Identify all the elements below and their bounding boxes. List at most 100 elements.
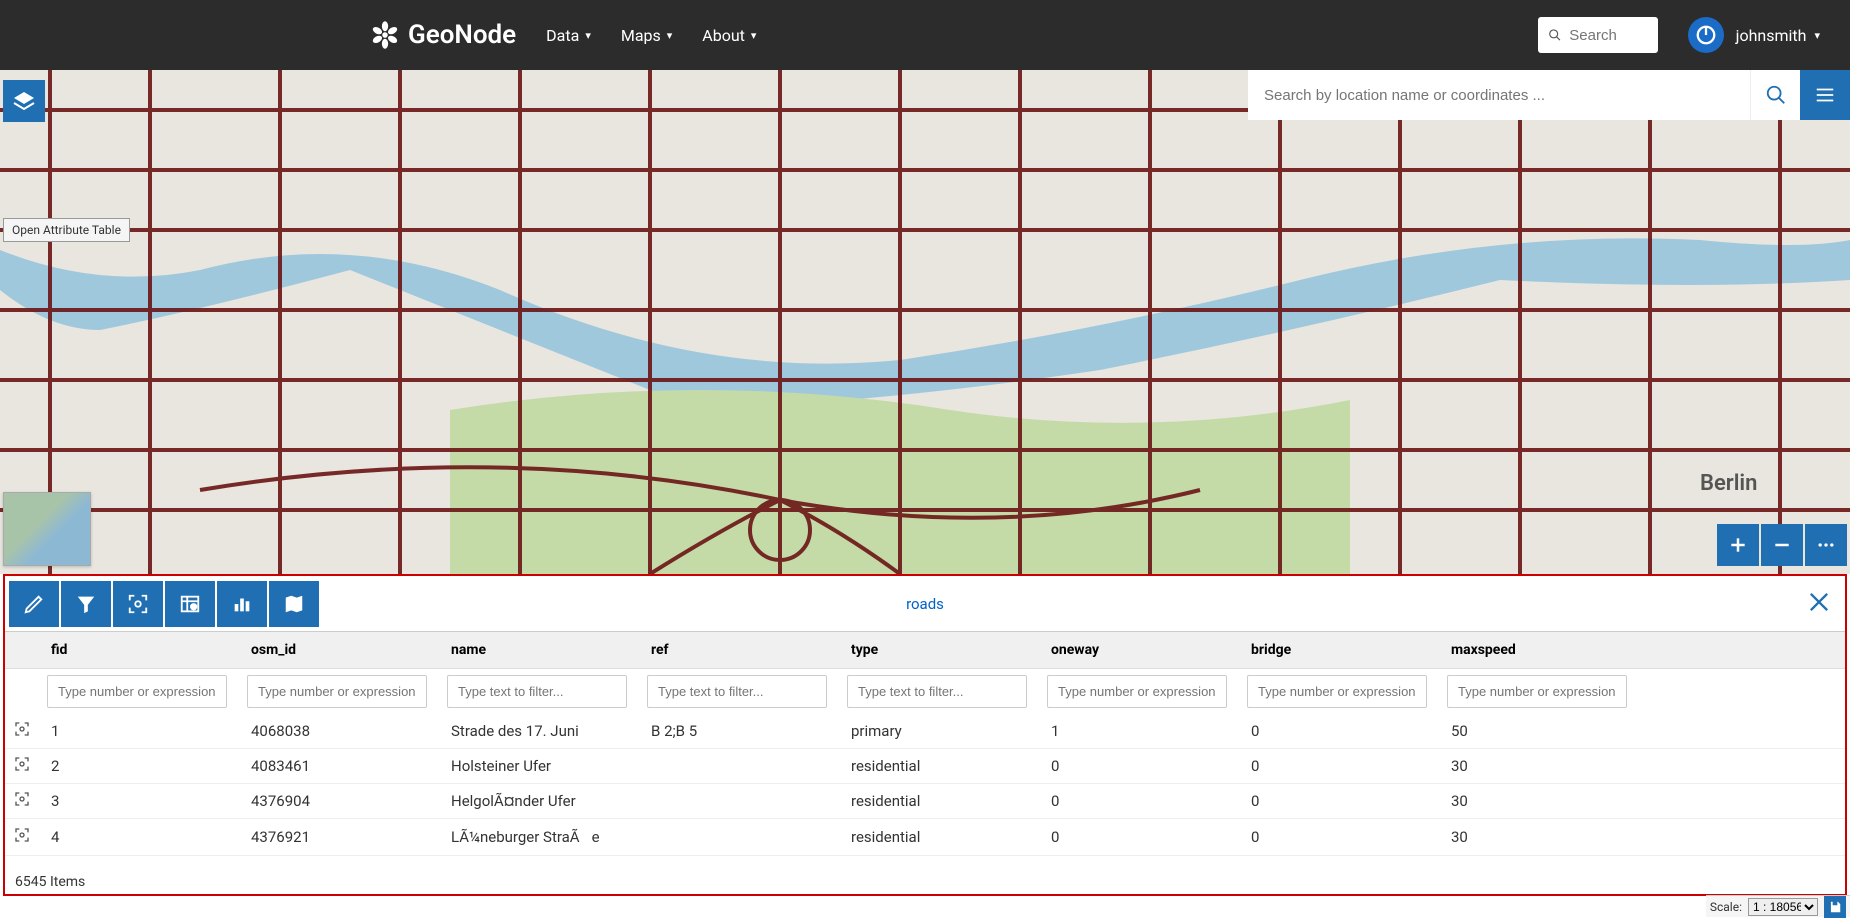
scale-label: Scale:	[1710, 900, 1742, 914]
location-search-button[interactable]	[1750, 70, 1800, 120]
cell-name: LÃ¼neburger StraÃe	[439, 819, 639, 856]
location-search-bar	[1248, 70, 1850, 120]
panel-toolbar: roads	[5, 576, 1845, 632]
chart-widget-button[interactable]	[217, 581, 267, 627]
attribute-table-panel: roads fid osm_id name ref type oneway br…	[3, 574, 1847, 896]
zoom-to-feature-button[interactable]	[5, 819, 39, 856]
zoom-to-feature-icon	[14, 756, 30, 772]
nav-maps[interactable]: Maps▾	[621, 26, 672, 45]
filter-ref[interactable]	[647, 675, 827, 708]
zoom-to-feature-button[interactable]	[5, 714, 39, 749]
save-icon	[1828, 900, 1842, 914]
minimap[interactable]	[3, 492, 91, 566]
cell-oneway: 0	[1039, 819, 1239, 856]
panel-title[interactable]: roads	[906, 595, 944, 613]
attribute-table: fid osm_id name ref type oneway bridge m…	[5, 632, 1845, 856]
column-header-name[interactable]: name	[439, 632, 639, 669]
geonode-logo-icon	[370, 20, 400, 50]
search-icon	[1548, 27, 1562, 43]
column-header-oneway[interactable]: oneway	[1039, 632, 1239, 669]
zoom-to-feature-icon	[14, 791, 30, 807]
filter-oneway[interactable]	[1047, 675, 1227, 708]
bar-chart-icon	[231, 593, 253, 615]
column-header-ref[interactable]: ref	[639, 632, 839, 669]
cell-type: residential	[839, 749, 1039, 784]
cell-fid: 3	[39, 784, 239, 819]
top-search-box[interactable]	[1538, 17, 1658, 53]
search-icon	[1765, 84, 1787, 106]
edit-mode-button[interactable]	[9, 581, 59, 627]
scale-select[interactable]: 1 : 18056	[1748, 898, 1818, 916]
cell-oneway: 0	[1039, 749, 1239, 784]
map-viewport[interactable]: Berlin Open Attribute Table	[0, 70, 1850, 574]
close-panel-button[interactable]	[1805, 588, 1833, 620]
dots-icon	[1816, 535, 1836, 555]
filter-name[interactable]	[447, 675, 627, 708]
table-row[interactable]: 24083461Holsteiner Uferresidential0030	[5, 749, 1845, 784]
tooltip-open-attribute-table: Open Attribute Table	[3, 218, 130, 242]
hide-columns-button[interactable]	[165, 581, 215, 627]
pencil-icon	[23, 593, 45, 615]
filter-fid[interactable]	[47, 675, 227, 708]
zoom-to-feature-icon	[14, 721, 30, 737]
cell-osm-id: 4376921	[239, 819, 439, 856]
cell-bridge: 0	[1239, 784, 1439, 819]
cell-fid: 4	[39, 819, 239, 856]
user-avatar-icon[interactable]	[1688, 17, 1724, 53]
zoom-to-feature-button[interactable]	[5, 749, 39, 784]
map-background: Berlin	[0, 70, 1850, 574]
location-search-input[interactable]	[1248, 70, 1750, 120]
cell-oneway: 1	[1039, 714, 1239, 749]
filter-button[interactable]	[61, 581, 111, 627]
cell-osm-id: 4083461	[239, 749, 439, 784]
main-menu-button[interactable]	[1800, 70, 1850, 120]
filter-maxspeed[interactable]	[1447, 675, 1627, 708]
svg-text:Berlin: Berlin	[1700, 471, 1757, 496]
cell-oneway: 0	[1039, 784, 1239, 819]
zoom-to-feature-button[interactable]	[5, 784, 39, 819]
cell-ref	[639, 749, 839, 784]
zoom-to-feature-icon	[14, 827, 30, 843]
cell-maxspeed: 30	[1439, 749, 1639, 784]
more-options-button[interactable]	[1805, 524, 1847, 566]
layers-button[interactable]	[3, 80, 45, 122]
column-header-fid[interactable]: fid	[39, 632, 239, 669]
cell-ref: B 2;B 5	[639, 714, 839, 749]
cell-osm-id: 4068038	[239, 714, 439, 749]
zoom-out-button[interactable]	[1761, 524, 1803, 566]
hamburger-icon	[1814, 84, 1836, 106]
table-row[interactable]: 14068038Strade des 17. JuniB 2;B 5primar…	[5, 714, 1845, 749]
zoom-extent-icon	[127, 593, 149, 615]
cell-name: HelgolÃ¤nder Ufer	[439, 784, 639, 819]
map-filter-icon	[283, 593, 305, 615]
top-search-input[interactable]	[1561, 27, 1647, 44]
scale-bar: Scale: 1 : 18056	[1706, 895, 1850, 917]
brand-logo[interactable]: GeoNode	[370, 20, 516, 50]
filter-osm-id[interactable]	[247, 675, 427, 708]
nav-about[interactable]: About▾	[702, 26, 756, 45]
chevron-down-icon: ▾	[585, 29, 591, 42]
nav-data[interactable]: Data▾	[546, 26, 591, 45]
cell-type: residential	[839, 784, 1039, 819]
cell-maxspeed: 30	[1439, 784, 1639, 819]
download-button[interactable]	[1824, 896, 1846, 918]
filter-row	[5, 669, 1845, 715]
user-menu[interactable]: johnsmith▾	[1736, 26, 1820, 45]
table-row[interactable]: 34376904HelgolÃ¤nder Uferresidential0030	[5, 784, 1845, 819]
column-header-bridge[interactable]: bridge	[1239, 632, 1439, 669]
table-row[interactable]: 44376921LÃ¼neburger StraÃeresidential00…	[5, 819, 1845, 856]
column-header-osm-id[interactable]: osm_id	[239, 632, 439, 669]
sync-map-button[interactable]	[269, 581, 319, 627]
zoom-in-button[interactable]	[1717, 524, 1759, 566]
nav-items: Data▾ Maps▾ About▾	[546, 26, 756, 45]
column-header-maxspeed[interactable]: maxspeed	[1439, 632, 1639, 669]
layers-icon	[12, 89, 36, 113]
chevron-down-icon: ▾	[1814, 29, 1820, 42]
zoom-to-page-button[interactable]	[113, 581, 163, 627]
filter-bridge[interactable]	[1247, 675, 1427, 708]
column-header-type[interactable]: type	[839, 632, 1039, 669]
plus-icon	[1728, 535, 1748, 555]
cell-name: Holsteiner Ufer	[439, 749, 639, 784]
filter-type[interactable]	[847, 675, 1027, 708]
cell-bridge: 0	[1239, 714, 1439, 749]
